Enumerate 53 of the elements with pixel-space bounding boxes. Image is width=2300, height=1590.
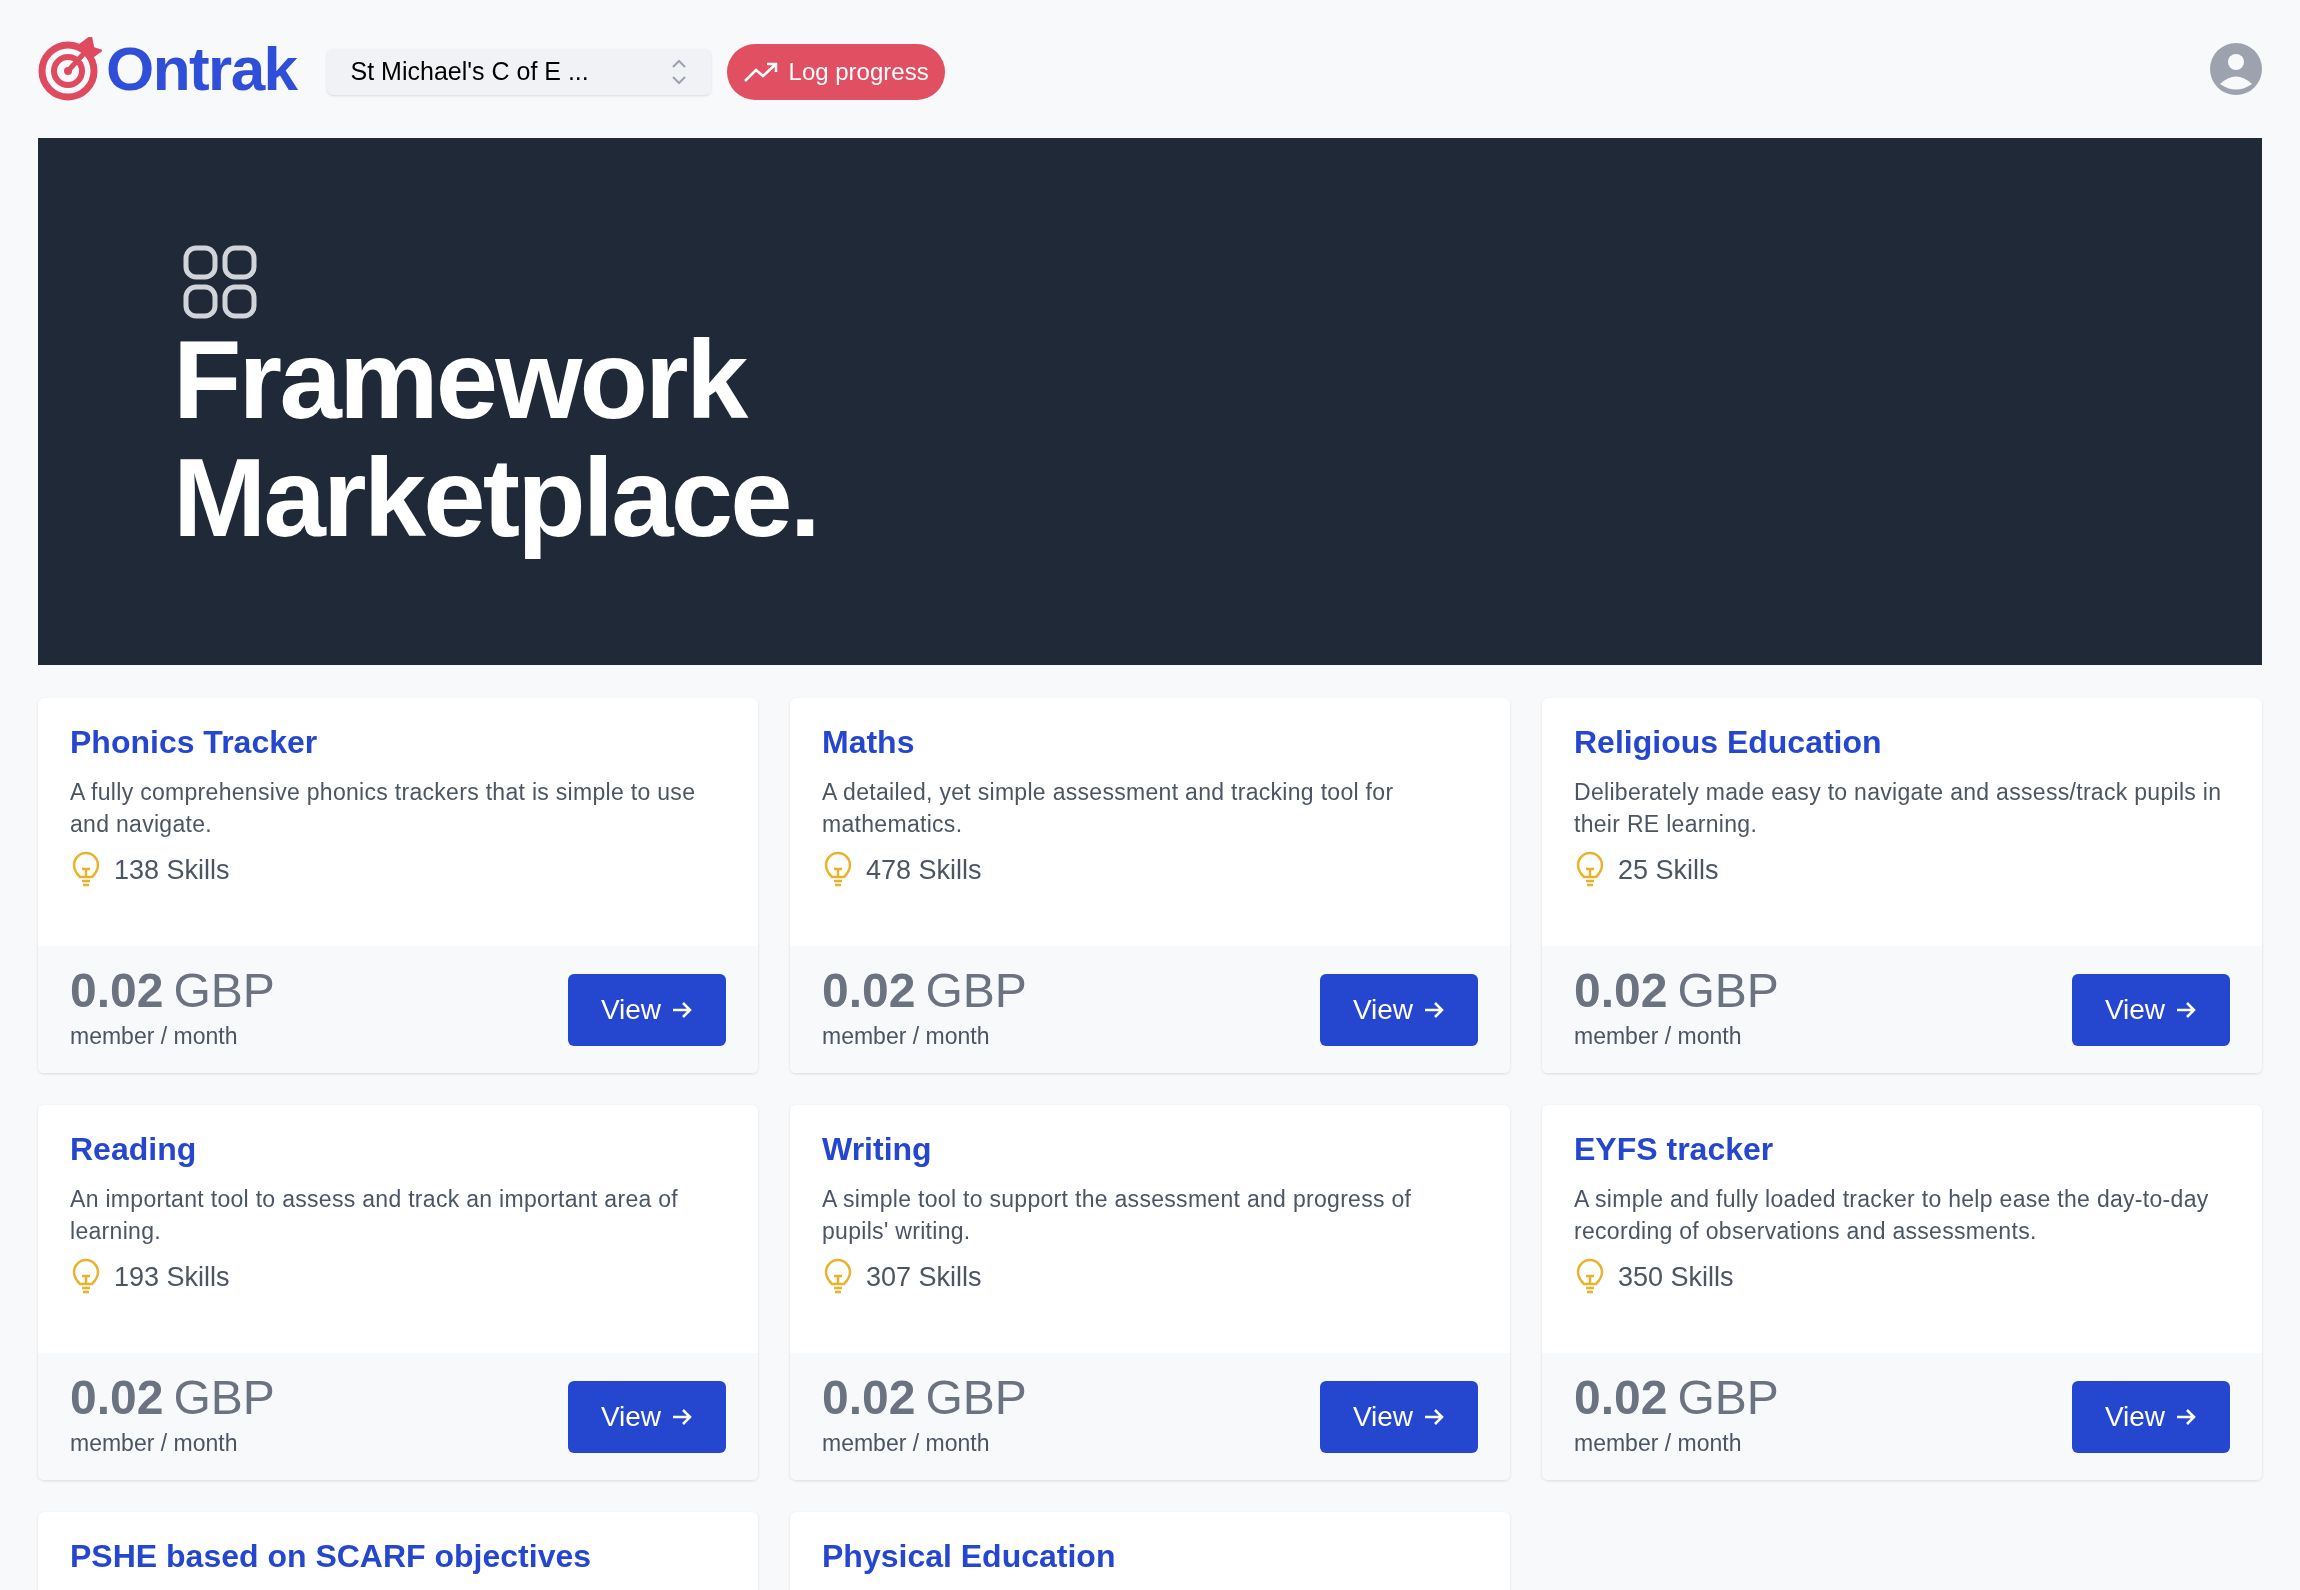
price-period: member / month xyxy=(822,1022,991,1052)
framework-title[interactable]: Reading xyxy=(70,1127,726,1171)
view-button[interactable]: View xyxy=(1320,973,1478,1046)
price-period: member / month xyxy=(70,1429,239,1459)
price: 0.02 GBP xyxy=(1574,965,1779,1018)
logo-text: Ontrak xyxy=(106,38,297,100)
skills-count: 25 Skills xyxy=(1618,854,1719,887)
log-progress-button[interactable]: Log progress xyxy=(726,43,945,100)
price: 0.02 GBP xyxy=(1574,1372,1779,1425)
view-button[interactable]: View xyxy=(2072,1380,2230,1453)
arrow-right-icon xyxy=(671,999,694,1020)
framework-description: Deliberately made easy to navigate and assess/track pupils in their RE learning. xyxy=(1574,778,2223,839)
framework-title[interactable]: Maths xyxy=(822,720,1478,764)
framework-title[interactable]: Physical Education xyxy=(822,1534,1478,1578)
school-select[interactable]: St Michael's C of E ... xyxy=(326,48,711,95)
framework-description: A detailed, yet simple assessment and tracking tool for mathematics. xyxy=(822,778,1395,839)
price-period: member / month xyxy=(1574,1429,1743,1459)
framework-title[interactable]: Religious Education xyxy=(1574,720,2230,764)
chevron-up-down-icon xyxy=(670,57,687,86)
price-period: member / month xyxy=(70,1022,239,1052)
price-period: member / month xyxy=(1574,1022,1743,1052)
price-period: member / month xyxy=(822,1429,991,1459)
arrow-right-icon xyxy=(2175,999,2198,1020)
grid-icon xyxy=(183,245,257,319)
skills-count: 307 Skills xyxy=(866,1261,982,1294)
framework-description: A simple tool to support the assessment and progress of pupils' writing. xyxy=(822,1185,1413,1246)
price: 0.02 GBP xyxy=(822,1372,1027,1425)
view-button[interactable]: View xyxy=(2072,973,2230,1046)
target-logo-icon xyxy=(38,37,102,101)
trending-up-icon xyxy=(742,60,779,83)
arrow-right-icon xyxy=(671,1406,694,1427)
framework-title[interactable]: PSHE based on SCARF objectives xyxy=(70,1534,726,1578)
framework-title[interactable]: EYFS tracker xyxy=(1574,1127,2230,1171)
skills-count: 193 Skills xyxy=(114,1261,230,1294)
skills-count: 478 Skills xyxy=(866,854,982,887)
skills-count: 138 Skills xyxy=(114,854,230,887)
arrow-right-icon xyxy=(2175,1406,2198,1427)
view-button[interactable]: View xyxy=(568,973,726,1046)
framework-description: An important tool to assess and track an important area of learning. xyxy=(70,1185,680,1246)
view-button[interactable]: View xyxy=(1320,1380,1478,1453)
page-title: Framework Marketplace. xyxy=(173,321,819,557)
price: 0.02 GBP xyxy=(70,1372,275,1425)
arrow-right-icon xyxy=(1423,999,1446,1020)
price: 0.02 GBP xyxy=(822,965,1027,1018)
framework-description: A simple and fully loaded tracker to help ease the day-to-day recording of observations and assessments. xyxy=(1574,1185,2210,1246)
framework-title[interactable]: Phonics Tracker xyxy=(70,720,726,764)
framework-title[interactable]: Writing xyxy=(822,1127,1478,1171)
price: 0.02 GBP xyxy=(70,965,275,1018)
framework-description: A fully comprehensive phonics trackers that is simple to use and navigate. xyxy=(70,778,697,839)
arrow-right-icon xyxy=(1423,1406,1446,1427)
view-button[interactable]: View xyxy=(568,1380,726,1453)
user-avatar-icon[interactable] xyxy=(2210,43,2262,95)
skills-count: 350 Skills xyxy=(1618,1261,1734,1294)
